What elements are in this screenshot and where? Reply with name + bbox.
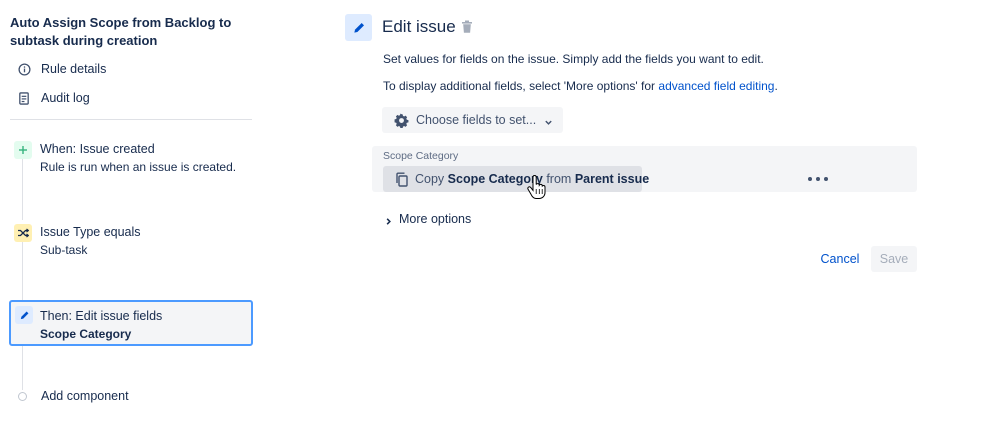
choose-fields-label: Choose fields to set... [416, 113, 537, 127]
document-icon [17, 91, 31, 105]
add-component-button[interactable]: Add component [18, 389, 129, 403]
sidebar-divider [10, 119, 252, 120]
circle-icon [18, 391, 27, 401]
field-label: Scope Category [383, 150, 459, 162]
shuffle-icon [14, 224, 32, 242]
nav-audit-log[interactable]: Audit log [17, 88, 90, 108]
pencil-icon [15, 306, 33, 324]
rule-sidebar: Auto Assign Scope from Backlog to subtas… [0, 0, 262, 423]
chevron-right-icon [384, 215, 393, 225]
copy-prefix: Copy [415, 172, 445, 186]
edit-hint: To display additional fields, select 'Mo… [383, 79, 778, 93]
choose-fields-button[interactable]: Choose fields to set... [382, 107, 563, 133]
gear-icon [394, 113, 409, 128]
timeline-connector [22, 346, 23, 390]
more-options-toggle[interactable]: More options [384, 212, 471, 226]
hand-pointer-cursor-icon [527, 174, 547, 201]
rule-title: Auto Assign Scope from Backlog to subtas… [10, 15, 232, 48]
copy-icon [395, 172, 409, 187]
copy-source: Parent issue [574, 172, 650, 186]
add-component-label: Add component [41, 389, 129, 403]
chevron-down-icon [544, 116, 553, 125]
nav-rule-details-label: Rule details [41, 62, 107, 76]
step-title: When: Issue created [40, 142, 155, 156]
edit-description: Set values for fields on the issue. Simp… [383, 52, 764, 66]
step-title: Then: Edit issue fields [40, 309, 163, 323]
copy-middle: from [546, 172, 572, 186]
save-button[interactable]: Save [871, 246, 917, 272]
copy-value-select[interactable]: Copy Scope Category from Parent issue [383, 166, 649, 192]
plus-icon [14, 141, 32, 159]
more-actions-icon[interactable] [808, 170, 828, 188]
step-subtitle: Scope Category [40, 327, 132, 341]
step-action-edit-issue-fields[interactable]: Then: Edit issue fields Scope Category [9, 300, 253, 346]
trash-icon[interactable] [461, 20, 473, 34]
step-trigger-issue-created[interactable]: When: Issue created Rule is run when an … [12, 141, 252, 177]
cancel-button[interactable]: Cancel [813, 247, 867, 271]
edit-hint-suffix: . [774, 79, 778, 93]
info-icon [17, 62, 31, 76]
nav-rule-details[interactable]: Rule details [17, 59, 106, 79]
page-title: Edit issue [382, 17, 456, 36]
pencil-icon [345, 14, 372, 41]
advanced-field-editing-link[interactable]: advanced field editing [658, 79, 774, 93]
edit-hint-text: To display additional fields, select 'Mo… [383, 79, 659, 93]
step-subtitle: Rule is run when an issue is created. [40, 160, 237, 174]
more-options-label: More options [399, 212, 472, 226]
step-condition-issue-type[interactable]: Issue Type equals Sub-task [12, 224, 252, 260]
step-subtitle: Sub-task [40, 243, 88, 257]
step-title: Issue Type equals [40, 225, 141, 239]
nav-audit-log-label: Audit log [41, 91, 90, 105]
